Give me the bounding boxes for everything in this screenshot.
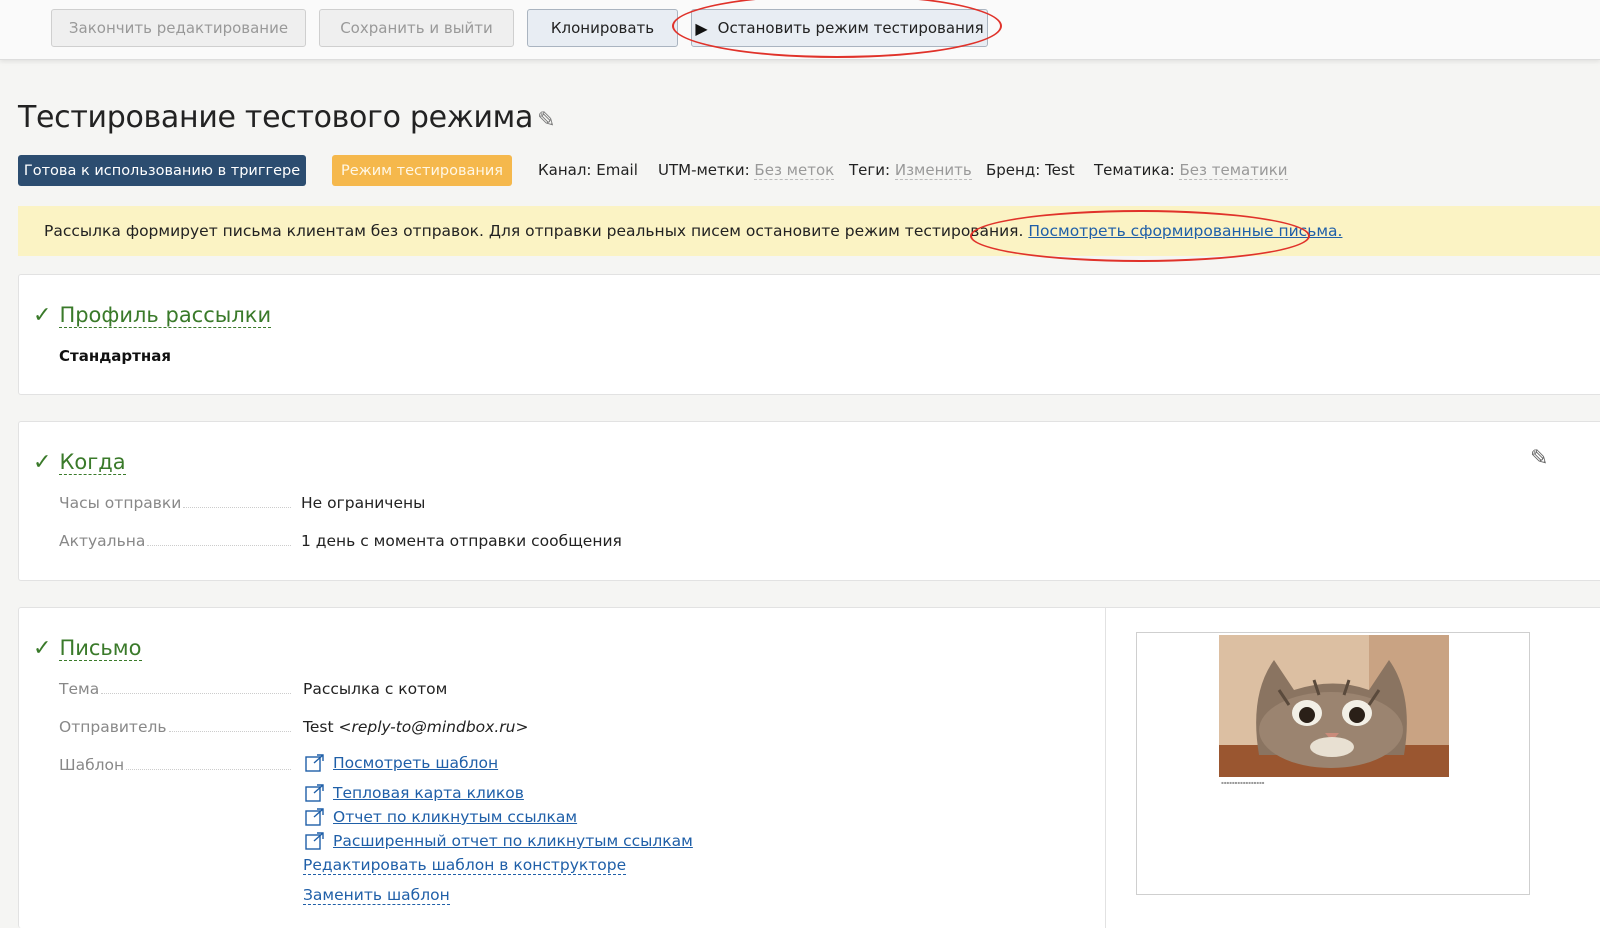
dotted-leader	[183, 507, 291, 508]
view-template-link[interactable]: Посмотреть шаблон	[333, 754, 498, 772]
when-title-link[interactable]: Когда	[59, 450, 126, 475]
page-title-text: Тестирование тестового режима	[18, 100, 534, 135]
external-link-icon	[305, 754, 324, 772]
profile-header: ✓ Профиль рассылки	[33, 303, 272, 328]
finish-editing-button[interactable]: Закончить редактирование	[51, 9, 306, 47]
utm-link[interactable]: Без меток	[754, 161, 835, 180]
page-title: Тестирование тестового режима ✎	[18, 100, 556, 135]
tags-label: Теги:	[849, 161, 891, 179]
channel-label: Канал:	[538, 161, 592, 179]
cat-image	[1219, 635, 1449, 777]
check-icon: ✓	[33, 636, 52, 661]
subject-label: Тема	[59, 680, 291, 698]
profile-value: Стандартная	[59, 347, 171, 365]
notice-text: Рассылка формирует письма клиентам без о…	[44, 222, 1024, 240]
clicked-links-report-row: Отчет по кликнутым ссылкам	[305, 808, 577, 826]
topic-label: Тематика:	[1094, 161, 1175, 179]
when-section: ✓ Когда Часы отправки Не ограничены Акту…	[18, 421, 1600, 581]
channel-meta: Канал: Email	[538, 161, 638, 179]
utm-meta: UTM-метки: Без меток	[658, 161, 835, 180]
brand-label: Бренд:	[986, 161, 1041, 179]
dotted-leader	[147, 545, 291, 546]
extended-report-row: Расширенный отчет по кликнутым ссылкам	[305, 832, 693, 850]
sender-label: Отправитель	[59, 718, 291, 736]
letter-title-link[interactable]: Письмо	[59, 636, 142, 661]
send-hours-value: Не ограничены	[301, 494, 426, 512]
external-link-icon	[305, 808, 324, 826]
relevance-value: 1 день с момента отправки сообщения	[301, 532, 622, 550]
brand-meta: Бренд: Test	[986, 161, 1075, 179]
template-label: Шаблон	[59, 756, 291, 774]
sender-label-text: Отправитель	[59, 718, 167, 736]
dotted-leader	[168, 731, 291, 732]
dotted-leader	[101, 693, 291, 694]
relevance-label: Актуальна	[59, 532, 291, 550]
section-divider	[1105, 608, 1106, 928]
edit-in-builder-link[interactable]: Редактировать шаблон в конструкторе	[303, 856, 627, 875]
test-mode-notice: Рассылка формирует письма клиентам без о…	[18, 206, 1600, 256]
stop-test-mode-label: Остановить режим тестирования	[717, 19, 984, 37]
subject-label-text: Тема	[59, 680, 100, 698]
clicked-links-report-link[interactable]: Отчет по кликнутым ссылкам	[333, 808, 577, 826]
utm-label: UTM-метки:	[658, 161, 750, 179]
template-label-text: Шаблон	[59, 756, 125, 774]
save-and-exit-button[interactable]: Сохранить и выйти	[319, 9, 514, 47]
play-icon: ▶	[695, 18, 708, 38]
clone-label: Клонировать	[550, 19, 655, 37]
template-preview[interactable]: ▪▪▪▪▪▪▪▪▪▪▪▪▪▪▪▪	[1136, 632, 1530, 895]
meta-row: Готова к использованию в триггере Режим …	[18, 155, 1578, 187]
relevance-label-text: Актуальна	[59, 532, 146, 550]
save-and-exit-label: Сохранить и выйти	[340, 19, 493, 37]
tags-meta: Теги: Изменить	[849, 161, 972, 180]
profile-section: ✓ Профиль рассылки Стандартная	[18, 274, 1600, 395]
test-mode-badge: Режим тестирования	[332, 155, 512, 186]
sender-value: Test <reply-to@mindbox.ru>	[303, 718, 528, 736]
replace-template-link[interactable]: Заменить шаблон	[303, 886, 450, 905]
finish-editing-label: Закончить редактирование	[68, 19, 289, 37]
check-icon: ✓	[33, 450, 52, 475]
send-hours-label: Часы отправки	[59, 494, 291, 512]
tags-link[interactable]: Изменить	[894, 161, 972, 180]
heatmap-link[interactable]: Тепловая карта кликов	[333, 784, 524, 802]
extended-report-link[interactable]: Расширенный отчет по кликнутым ссылкам	[333, 832, 693, 850]
stop-test-mode-button[interactable]: ▶ Остановить режим тестирования	[691, 9, 988, 47]
preview-caption: ▪▪▪▪▪▪▪▪▪▪▪▪▪▪▪▪	[1221, 780, 1265, 785]
clone-button[interactable]: Клонировать	[527, 9, 678, 47]
edit-pencil-icon[interactable]: ✎	[1530, 446, 1548, 471]
when-header: ✓ Когда	[33, 450, 126, 475]
dotted-leader	[126, 769, 291, 770]
status-badge-text: Готова к использованию в триггере	[23, 162, 301, 179]
topic-meta: Тематика: Без тематики	[1094, 161, 1288, 180]
send-hours-label-text: Часы отправки	[59, 494, 182, 512]
sender-name: Test	[303, 718, 339, 736]
edit-in-builder-row: Редактировать шаблон в конструкторе	[303, 856, 627, 875]
channel-value: Email	[596, 161, 638, 179]
profile-title-link[interactable]: Профиль рассылки	[59, 303, 272, 328]
top-toolbar: Закончить редактирование Сохранить и вый…	[0, 0, 1600, 60]
edit-title-pencil-icon[interactable]: ✎	[537, 108, 555, 133]
status-badge: Готова к использованию в триггере	[18, 155, 306, 186]
external-link-icon	[305, 784, 324, 802]
replace-template-row: Заменить шаблон	[303, 886, 450, 905]
test-mode-badge-text: Режим тестирования	[340, 162, 504, 179]
sender-email: <reply-to@mindbox.ru>	[338, 718, 529, 736]
letter-header: ✓ Письмо	[33, 636, 142, 661]
brand-value: Test	[1045, 161, 1075, 179]
view-generated-letters-link[interactable]: Посмотреть сформированные письма.	[1028, 222, 1342, 240]
heatmap-row: Тепловая карта кликов	[305, 784, 524, 802]
cat-illustration	[1219, 635, 1449, 777]
topic-link[interactable]: Без тематики	[1179, 161, 1288, 180]
view-template-row: Посмотреть шаблон	[305, 754, 498, 772]
subject-value: Рассылка с котом	[303, 680, 448, 698]
external-link-icon	[305, 832, 324, 850]
check-icon: ✓	[33, 303, 52, 328]
